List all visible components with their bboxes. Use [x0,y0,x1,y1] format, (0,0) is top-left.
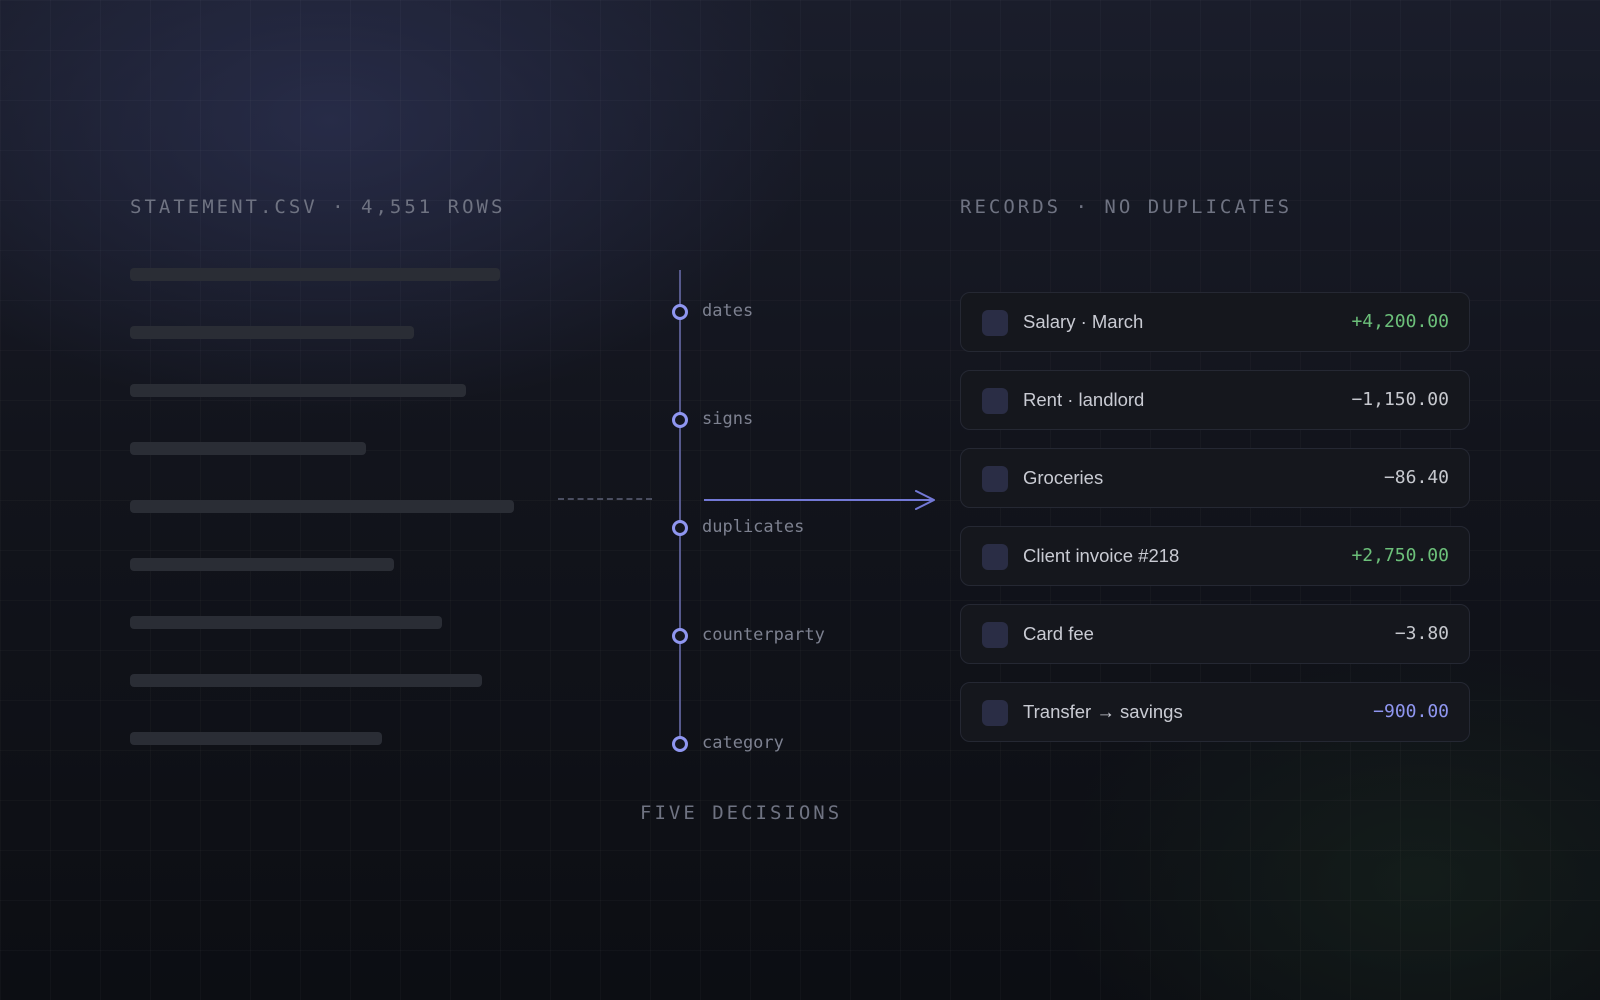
decision-label-dates: dates [702,301,754,321]
record-checkbox [982,544,1008,570]
csv-row-placeholder [130,500,514,513]
decision-node-counterparty [672,628,688,644]
record-checkbox [982,466,1008,492]
record-title: Client invoice #218 [1023,545,1180,566]
record-title: Transfer → savings [1023,701,1183,722]
record-card: Salary · March +4,200.00 [960,292,1470,352]
decision-label-category: category [702,733,784,753]
decision-label-signs: signs [702,409,754,429]
decision-label-counterparty: counterparty [702,625,825,645]
decision-node-category [672,736,688,752]
record-title: Card fee [1023,623,1094,644]
decision-label-duplicates: duplicates [702,517,805,537]
csv-row-placeholder [130,442,366,455]
output-arrow-icon [704,490,935,510]
csv-row-placeholder [130,326,414,339]
decision-timeline [679,270,681,744]
record-card: Client invoice #218 +2,750.00 [960,526,1470,586]
decisions-caption: FIVE DECISIONS [640,802,843,824]
record-checkbox [982,700,1008,726]
records-caption: RECORDS · NO DUPLICATES [960,196,1293,218]
record-amount: +2,750.00 [1351,545,1449,566]
record-card: Groceries −86.40 [960,448,1470,508]
csv-row-placeholder [130,268,500,281]
record-amount: −3.80 [1394,623,1449,644]
csv-row-placeholder [130,732,382,745]
decision-node-duplicates [672,520,688,536]
decision-node-signs [672,412,688,428]
record-amount: −900.00 [1373,701,1449,722]
record-amount: −1,150.00 [1351,389,1449,410]
record-checkbox [982,622,1008,648]
record-card: Transfer → savings −900.00 [960,682,1470,742]
input-dashed-connector [558,498,652,500]
record-title: Rent · landlord [1023,389,1145,410]
record-amount: −86.40 [1383,467,1449,488]
record-card: Rent · landlord −1,150.00 [960,370,1470,430]
csv-row-placeholder [130,616,442,629]
source-caption: STATEMENT.CSV · 4,551 ROWS [130,196,506,218]
csv-row-placeholder [130,558,394,571]
record-amount: +4,200.00 [1351,311,1449,332]
record-checkbox [982,310,1008,336]
csv-row-placeholder [130,674,482,687]
record-title: Salary · March [1023,311,1144,332]
record-card: Card fee −3.80 [960,604,1470,664]
record-title: Groceries [1023,467,1104,488]
csv-row-placeholder [130,384,466,397]
record-checkbox [982,388,1008,414]
decision-node-dates [672,304,688,320]
